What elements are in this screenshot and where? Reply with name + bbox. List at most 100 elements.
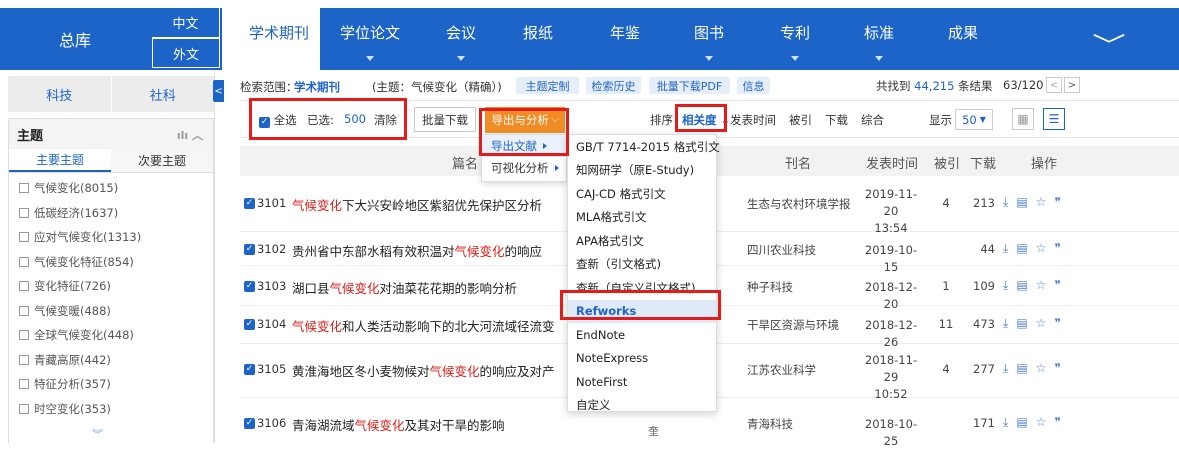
format-mla[interactable]: MLA格式引文: [568, 206, 716, 230]
row-checkbox[interactable]: ✓ 3101: [244, 196, 286, 210]
tab-main-theme[interactable]: 主要主题: [9, 149, 111, 172]
checkbox[interactable]: [19, 330, 29, 341]
download-icon[interactable]: ⤓: [1003, 361, 1008, 376]
batch-pdf-button[interactable]: 批量下载PDF: [649, 77, 730, 94]
format-custom[interactable]: 自定义: [568, 394, 716, 418]
checkbox[interactable]: [19, 281, 29, 292]
checkbox[interactable]: [19, 354, 29, 365]
quote-icon[interactable]: ❞: [1054, 316, 1060, 331]
article-title-link[interactable]: 气候变化和人类活动影响下的北大河流域径流变: [292, 316, 555, 335]
total-library-button[interactable]: 总库: [0, 8, 150, 70]
next-page-icon[interactable]: >: [1064, 77, 1080, 93]
chart-collapse-icon[interactable]: ılı ︿: [177, 127, 203, 143]
format-gbt7714[interactable]: GB/T 7714-2015 格式引文: [568, 135, 720, 159]
source-link[interactable]: 生态与农村环境学报: [747, 196, 851, 212]
prev-page-icon[interactable]: <: [1046, 77, 1062, 93]
show-more-icon[interactable]: ︾: [92, 426, 103, 442]
html-read-icon[interactable]: ▤: [1016, 195, 1027, 210]
tab-books[interactable]: 图书: [666, 8, 752, 70]
info-button[interactable]: 信息: [737, 77, 770, 94]
tab-science[interactable]: 科技: [8, 76, 111, 112]
tab-social-science[interactable]: 社科: [110, 76, 215, 112]
download-count[interactable]: 109: [965, 279, 995, 293]
format-chaxin[interactable]: 查新（引文格式): [568, 253, 716, 277]
checkbox[interactable]: [19, 305, 29, 316]
article-title-link[interactable]: 青海湖流域气候变化及其对干旱的影响: [292, 415, 505, 434]
keyword-item[interactable]: 全球气候变化(448): [9, 323, 213, 348]
checkbox[interactable]: [19, 256, 29, 267]
keyword-item[interactable]: 低碳经济(1637): [9, 201, 213, 226]
grid-view-icon[interactable]: ▦: [1012, 108, 1034, 130]
star-icon[interactable]: ☆: [1036, 241, 1047, 256]
custom-theme-button[interactable]: 主题定制: [516, 77, 579, 94]
keyword-item[interactable]: 时空变化(353): [9, 397, 213, 422]
tab-standards[interactable]: 标准: [838, 8, 920, 70]
quote-icon[interactable]: ❞: [1054, 361, 1060, 376]
sort-relevance[interactable]: 相关度 ↓: [682, 112, 730, 128]
list-view-icon[interactable]: ☰: [1043, 108, 1065, 130]
star-icon[interactable]: ☆: [1036, 195, 1047, 210]
star-icon[interactable]: ☆: [1036, 316, 1047, 331]
keyword-item[interactable]: 特征分析(357): [9, 372, 213, 397]
html-read-icon[interactable]: ▤: [1016, 278, 1027, 293]
format-notefirst[interactable]: NoteFirst: [568, 370, 716, 394]
format-chaxin-custom[interactable]: 查新（自定义引文格式): [568, 276, 716, 300]
cite-count[interactable]: 4: [935, 196, 957, 210]
download-icon[interactable]: ⤓: [1003, 316, 1008, 331]
format-cajcd[interactable]: CAJ-CD 格式引文: [568, 182, 716, 206]
quote-icon[interactable]: ❞: [1054, 195, 1060, 210]
batch-download-button[interactable]: 批量下载: [414, 107, 476, 132]
keyword-item[interactable]: 应对气候变化(1313): [9, 225, 213, 250]
source-link[interactable]: 四川农业科技: [747, 242, 816, 258]
sort-date[interactable]: 发表时间: [730, 112, 776, 128]
format-refworks[interactable]: Refworks: [568, 299, 716, 323]
lang-chinese-button[interactable]: 中文: [152, 8, 220, 38]
download-count[interactable]: 44: [965, 242, 995, 256]
cite-count[interactable]: 1: [935, 279, 957, 293]
download-icon[interactable]: ⤓: [1003, 241, 1008, 256]
download-icon[interactable]: ⤓: [1003, 278, 1008, 293]
star-icon[interactable]: ☆: [1036, 278, 1047, 293]
row-checkbox[interactable]: ✓ 3102: [244, 242, 286, 256]
quote-icon[interactable]: ❞: [1054, 278, 1060, 293]
format-estudy[interactable]: 知网研学（原E-Study): [568, 159, 716, 183]
html-read-icon[interactable]: ▤: [1016, 316, 1027, 331]
clear-button[interactable]: 清除: [374, 112, 397, 128]
html-read-icon[interactable]: ▤: [1016, 361, 1027, 376]
html-read-icon[interactable]: ▤: [1016, 241, 1027, 256]
download-count[interactable]: 171: [965, 416, 995, 430]
keyword-item[interactable]: 气候变化特征(854): [9, 250, 213, 275]
source-link[interactable]: 干旱区资源与环境: [747, 317, 839, 333]
cite-count[interactable]: 11: [935, 317, 957, 331]
tab-newspaper[interactable]: 报纸: [502, 8, 574, 70]
html-read-icon[interactable]: ▤: [1016, 415, 1027, 430]
tab-achievements[interactable]: 成果: [920, 8, 1006, 70]
format-endnote[interactable]: EndNote: [568, 323, 716, 347]
quote-icon[interactable]: ❞: [1054, 415, 1060, 430]
article-title-link[interactable]: 黄淮海地区冬小麦物候对气候变化的响应及对产: [292, 361, 555, 380]
article-title-link[interactable]: 湖口县气候变化对油菜花花期的影响分析: [292, 278, 517, 297]
tab-journals[interactable]: 学术期刊: [238, 8, 320, 70]
download-count[interactable]: 473: [965, 317, 995, 331]
keyword-item[interactable]: 气候变化(8015): [9, 176, 213, 201]
col-cite[interactable]: 被引: [934, 153, 960, 172]
export-analysis-button[interactable]: 导出与分析 ⌵: [485, 107, 565, 133]
tab-conference[interactable]: 会议: [420, 8, 502, 70]
format-apa[interactable]: APA格式引文: [568, 229, 716, 253]
quote-icon[interactable]: ❞: [1054, 241, 1060, 256]
source-link[interactable]: 江苏农业科学: [747, 362, 816, 378]
sort-cite[interactable]: 被引: [789, 112, 812, 128]
range-value[interactable]: 学术期刊: [294, 79, 340, 95]
checkbox[interactable]: [19, 207, 29, 218]
source-link[interactable]: 青海科技: [747, 416, 793, 432]
keyword-item[interactable]: 变化特征(726): [9, 274, 213, 299]
expand-more-icon[interactable]: ﹀: [1092, 26, 1126, 61]
source-link[interactable]: 种子科技: [747, 279, 793, 295]
menu-visual-analysis[interactable]: 可视化分析: [482, 157, 566, 179]
download-icon[interactable]: ⤓: [1003, 415, 1008, 430]
download-icon[interactable]: ⤓: [1003, 195, 1008, 210]
star-icon[interactable]: ☆: [1036, 415, 1047, 430]
checkbox[interactable]: [19, 379, 29, 390]
checkbox[interactable]: [19, 403, 29, 414]
checkbox[interactable]: [19, 183, 29, 194]
